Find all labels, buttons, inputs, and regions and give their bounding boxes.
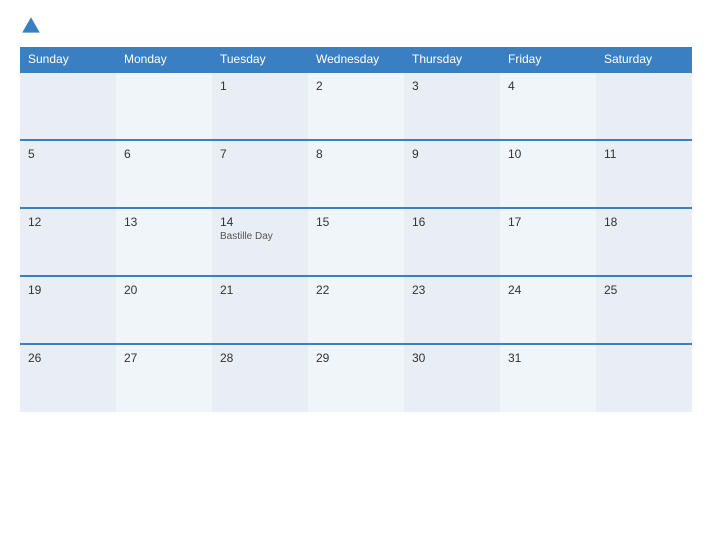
calendar-cell — [596, 72, 692, 140]
day-number: 18 — [604, 215, 684, 229]
weekday-row: SundayMondayTuesdayWednesdayThursdayFrid… — [20, 47, 692, 72]
calendar-cell: 20 — [116, 276, 212, 344]
calendar-cell: 3 — [404, 72, 500, 140]
calendar-cell: 11 — [596, 140, 692, 208]
day-number: 21 — [220, 283, 300, 297]
calendar-cell: 10 — [500, 140, 596, 208]
day-number: 30 — [412, 351, 492, 365]
day-number: 29 — [316, 351, 396, 365]
day-number: 3 — [412, 79, 492, 93]
weekday-header: Sunday — [20, 47, 116, 72]
calendar-cell: 23 — [404, 276, 500, 344]
calendar-cell: 26 — [20, 344, 116, 412]
day-number: 6 — [124, 147, 204, 161]
calendar-cell: 4 — [500, 72, 596, 140]
calendar-week-row: 5 6 7 8 9 10 11 — [20, 140, 692, 208]
calendar-header-row: SundayMondayTuesdayWednesdayThursdayFrid… — [20, 47, 692, 72]
calendar-cell: 18 — [596, 208, 692, 276]
day-number: 16 — [412, 215, 492, 229]
calendar-cell: 17 — [500, 208, 596, 276]
weekday-header: Friday — [500, 47, 596, 72]
day-number: 15 — [316, 215, 396, 229]
calendar-cell: 29 — [308, 344, 404, 412]
day-number: 11 — [604, 147, 684, 161]
calendar-cell: 21 — [212, 276, 308, 344]
calendar-cell: 24 — [500, 276, 596, 344]
weekday-header: Monday — [116, 47, 212, 72]
calendar-cell: 27 — [116, 344, 212, 412]
calendar-cell: 1 — [212, 72, 308, 140]
day-number: 9 — [412, 147, 492, 161]
weekday-header: Tuesday — [212, 47, 308, 72]
day-number: 7 — [220, 147, 300, 161]
weekday-header: Thursday — [404, 47, 500, 72]
day-number: 2 — [316, 79, 396, 93]
day-number: 4 — [508, 79, 588, 93]
calendar-cell: 16 — [404, 208, 500, 276]
calendar-container: SundayMondayTuesdayWednesdayThursdayFrid… — [0, 0, 712, 550]
day-number: 19 — [28, 283, 108, 297]
calendar-cell — [116, 72, 212, 140]
day-number: 1 — [220, 79, 300, 93]
day-number: 26 — [28, 351, 108, 365]
day-number: 23 — [412, 283, 492, 297]
calendar-cell: 2 — [308, 72, 404, 140]
calendar-cell: 12 — [20, 208, 116, 276]
calendar-cell: 8 — [308, 140, 404, 208]
calendar-cell: 6 — [116, 140, 212, 208]
calendar-cell: 7 — [212, 140, 308, 208]
day-number: 25 — [604, 283, 684, 297]
calendar-cell: 14 Bastille Day — [212, 208, 308, 276]
calendar-cell: 30 — [404, 344, 500, 412]
calendar-week-row: 12 13 14 Bastille Day 15 16 17 18 — [20, 208, 692, 276]
calendar-table: SundayMondayTuesdayWednesdayThursdayFrid… — [20, 47, 692, 412]
calendar-cell: 31 — [500, 344, 596, 412]
day-number: 10 — [508, 147, 588, 161]
logo — [20, 15, 46, 37]
logo-icon — [20, 15, 42, 37]
day-number: 17 — [508, 215, 588, 229]
day-number: 14 — [220, 215, 300, 229]
calendar-cell — [596, 344, 692, 412]
day-number: 27 — [124, 351, 204, 365]
day-number: 28 — [220, 351, 300, 365]
calendar-week-row: 19 20 21 22 23 24 25 — [20, 276, 692, 344]
calendar-cell: 15 — [308, 208, 404, 276]
day-number: 31 — [508, 351, 588, 365]
calendar-cell: 19 — [20, 276, 116, 344]
day-number: 20 — [124, 283, 204, 297]
day-number: 5 — [28, 147, 108, 161]
day-number: 24 — [508, 283, 588, 297]
calendar-cell: 5 — [20, 140, 116, 208]
calendar-cell — [20, 72, 116, 140]
calendar-cell: 9 — [404, 140, 500, 208]
calendar-cell: 25 — [596, 276, 692, 344]
day-number: 8 — [316, 147, 396, 161]
calendar-week-row: 1 2 3 4 — [20, 72, 692, 140]
calendar-body: 1234567891011121314Bastille Day151617181… — [20, 72, 692, 412]
calendar-cell: 22 — [308, 276, 404, 344]
calendar-cell: 28 — [212, 344, 308, 412]
weekday-header: Wednesday — [308, 47, 404, 72]
day-number: 12 — [28, 215, 108, 229]
calendar-cell: 13 — [116, 208, 212, 276]
event-name: Bastille Day — [220, 231, 300, 242]
calendar-header — [20, 15, 692, 37]
weekday-header: Saturday — [596, 47, 692, 72]
day-number: 22 — [316, 283, 396, 297]
day-number: 13 — [124, 215, 204, 229]
calendar-week-row: 26 27 28 29 30 31 — [20, 344, 692, 412]
